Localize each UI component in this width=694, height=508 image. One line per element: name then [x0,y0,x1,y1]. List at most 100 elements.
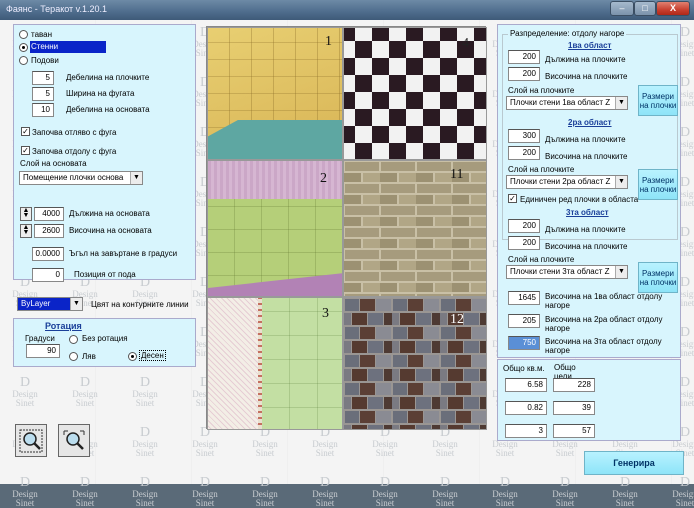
watermark-mark: DDesignSinet [72,375,98,408]
area1-layer-combo[interactable]: Плочки стени 1ва област Z ▼ [506,96,628,110]
radio-walls[interactable] [19,43,28,52]
zoom-out-icon [63,430,85,450]
area2-tile-size-button[interactable]: Размери на плочки [638,169,678,200]
radio-no-rotation[interactable] [69,335,78,344]
area2-length-input[interactable]: 300 [508,129,540,143]
area3-height-input[interactable]: 200 [508,236,540,250]
preview-tile-4[interactable]: 4 [343,27,487,160]
settings-panel: таван Стенни Подови 5 Дебелина на плочки… [13,24,196,282]
contour-color-combo[interactable]: ByLayer ▼ [17,297,83,311]
total-tiles-1: 228 [553,378,595,392]
total-sqm-3: 3 [505,424,547,438]
joint-width-input[interactable]: 5 [32,87,54,101]
chevron-down-icon[interactable]: ▼ [615,97,627,109]
zoom-window-button[interactable] [15,424,47,457]
close-button[interactable]: X [656,1,690,16]
area3-height-from-bottom-input[interactable]: 750 [508,336,540,350]
base-thickness-label: Дебелина на основата [66,105,150,114]
tile-thickness-input[interactable]: 5 [32,71,54,85]
zoom-out-button[interactable] [58,424,90,457]
preview-grid: 1 4 2 11 3 12 [206,26,487,430]
base-layer-combo[interactable]: Помещение плочки основа ▼ [19,171,143,185]
base-length-input[interactable]: 4000 [34,207,64,221]
chevron-down-icon[interactable]: ▼ [70,298,82,310]
base-layer-label: Слой на основата [20,159,87,168]
base-length-label: Дължина на основата [69,209,150,218]
contour-color-label: Цвят на контурните линии [91,300,189,309]
preview-tile-2[interactable]: 2 [207,160,343,297]
preview-tile-3[interactable]: 3 [207,297,343,430]
rotation-panel: Ротация Градуси 90 Без ротация Ляв Десен [13,318,196,367]
watermark-mark: DDesignSinet [12,475,38,508]
area3-layer-label: Слой на плочките [508,255,575,264]
radio-floors-label: Подови [31,56,59,65]
minimize-button[interactable]: – [610,1,634,16]
watermark-mark: DDesignSinet [432,475,458,508]
area1-length-input[interactable]: 200 [508,50,540,64]
distribution-panel: Разпределение: отдолу нагоре 1ва област … [497,24,681,358]
area2-height-input[interactable]: 200 [508,146,540,160]
base-height-input[interactable]: 2600 [34,224,64,238]
watermark-mark: DDesignSinet [132,375,158,408]
start-bottom-joint-checkbox[interactable]: ✓ [21,146,30,155]
start-left-joint-checkbox[interactable]: ✓ [21,127,30,136]
generate-button[interactable]: Генерира [584,451,684,475]
length-spin-button[interactable]: ▲ ▼ [20,207,32,221]
preview-number: 4 [462,36,469,51]
radio-left[interactable] [69,352,78,361]
watermark-mark: DDesignSinet [612,475,638,508]
radio-right[interactable] [128,352,137,361]
degrees-input[interactable]: 90 [26,344,60,358]
floor-position-label: Позиция от пода [74,270,136,279]
watermark-mark: DDesignSinet [432,425,458,458]
area1-tile-size-button[interactable]: Размери на плочки [638,85,678,116]
area1-layer-label: Слой на плочките [508,86,575,95]
watermark-mark: DDesignSinet [252,475,278,508]
rotation-angle-input[interactable]: 0.0000 [32,247,64,261]
contour-color-value: ByLayer [21,299,51,308]
total-tiles-3: 57 [553,424,595,438]
rotation-angle-label: Ъгъл на завъртане в градуси [69,249,178,258]
radio-floors[interactable] [19,56,28,65]
single-row-checkbox[interactable]: ✓ [508,194,517,203]
single-row-label: Единичен ред плочки в областа [520,195,639,204]
client-area: DDesignSinet DDesignSinet DDesignSinet DDes… [0,20,694,508]
watermark-mark: DDesignSinet [252,425,278,458]
area2-height-from-bottom-input[interactable]: 205 [508,314,540,328]
preview-tile-12[interactable]: 12 [343,297,487,430]
area3-tile-size-button[interactable]: Размери на плочки [638,262,678,293]
floor-position-input[interactable]: 0 [32,268,64,282]
watermark-mark: DDesignSinet [72,475,98,508]
chevron-down-icon[interactable]: ▼ [130,172,142,184]
area1-length-label: Дължина на плочките [545,55,626,64]
area3-length-input[interactable]: 200 [508,219,540,233]
area2-layer-combo[interactable]: Плочки стени 2ра област Z ▼ [506,175,628,189]
base-layer-value: Помещение плочки основа [23,173,124,182]
distribution-title: Разпределение: отдолу нагоре [508,29,627,38]
chevron-down-icon[interactable]: ▼ [615,176,627,188]
radio-ceiling[interactable] [19,30,28,39]
maximize-button[interactable]: □ [634,1,656,16]
area3-height-from-bottom-label: Височина на 3та област отдолу нагоре [545,337,662,355]
watermark-mark: DDesignSinet [192,425,218,458]
preview-tile-1[interactable]: 1 [207,27,343,160]
preview-tile-11[interactable]: 11 [343,160,487,297]
chevron-down-icon[interactable]: ▼ [615,266,627,278]
pattern-strip [208,298,258,429]
area1-layer-value: Плочки стени 1ва област Z [510,98,611,107]
area3-layer-combo[interactable]: Плочки стени 3та област Z ▼ [506,265,628,279]
height-spin-button[interactable]: ▲ ▼ [20,224,32,238]
base-thickness-input[interactable]: 10 [32,103,54,117]
watermark-mark: DDesignSinet [372,425,398,458]
app-window: Фаянс - Теракот v.1.20.1 – □ X D Design Si… [0,0,694,508]
area1-height-from-bottom-input[interactable]: 1645 [508,291,540,305]
totals-panel: Общо кв.м. Общо цели плочи 6.58 228 0.82… [497,359,681,441]
area2-title: 2ра област [568,118,612,127]
watermark-mark: DDesignSinet [492,475,518,508]
area1-height-input[interactable]: 200 [508,67,540,81]
watermark-mark: DDesignSinet [12,375,38,408]
joint-width-label: Ширина на фугата [66,89,135,98]
degrees-label: Градуси [25,334,55,343]
watermark-mark: DDesignSinet [312,425,338,458]
radio-left-label: Ляв [82,352,96,361]
